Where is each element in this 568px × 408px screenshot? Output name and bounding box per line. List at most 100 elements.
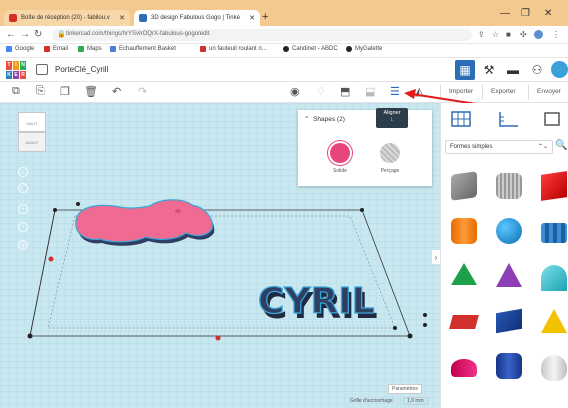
extension-icon[interactable]: ■ [506,30,511,39]
puzzle-icon[interactable]: ✣ [520,30,527,39]
perspective-icon[interactable]: ◎ [18,240,28,250]
handle [360,208,364,212]
shape-half-sphere[interactable] [451,359,477,377]
minimize-button[interactable]: — [500,8,510,19]
paste-icon[interactable]: ⎘ [36,85,45,98]
app-window: { "browser":{ "tabs":[{"label":"Boîte de… [0,0,568,408]
bookmark-mygalette[interactable]: MyGalette [346,46,382,52]
view-cube[interactable]: HAUT AVANT [16,112,48,154]
star-icon[interactable]: ☆ [492,30,499,39]
reload-icon[interactable]: ↻ [34,29,42,40]
tinkercad-logo[interactable]: TIN KER [6,61,26,79]
undo-icon[interactable]: ↶ [112,85,121,98]
close-icon[interactable]: ✕ [249,14,255,22]
shape-text[interactable] [449,315,479,329]
grid-view-button[interactable]: ▦ [455,60,475,80]
grid-panel-icon[interactable] [449,109,473,129]
avatar[interactable] [551,61,568,78]
hammer-icon[interactable]: ⚒ [479,60,499,80]
browser-tab-mail[interactable]: Boîte de réception (20) - fabilou.v ✕ [4,10,130,26]
back-icon[interactable]: ← [6,29,16,40]
shape-polygon[interactable] [496,353,522,379]
parameters-button[interactable]: Paramètres [388,384,422,394]
duplicate-icon[interactable]: ❐ [60,85,70,98]
bookmark-maps[interactable]: Maps [78,46,102,52]
site-icon [283,46,289,52]
notes-icon[interactable] [541,109,565,129]
address-bar-row: ← → ↻ tinkercad.com/things/hrYSvIrOQrX-f… [0,26,568,44]
share-icon[interactable]: ⇪ [478,30,485,39]
close-window-button[interactable]: ✕ [544,8,552,19]
bookmark-google[interactable]: Google [6,46,34,52]
bookmark-email[interactable]: Email [44,46,68,52]
camera-icon[interactable]: ◉ [290,85,300,98]
light-bulb-icon[interactable]: ♢ [316,85,326,98]
zoom-in-icon[interactable]: + [18,204,28,214]
google-icon [6,46,12,52]
align-icon[interactable]: ☰ [390,85,400,98]
red-marker [48,256,54,262]
snap-grid-select[interactable]: 1,0 mm [403,397,428,405]
shape-category-select[interactable]: Formes simples ⌃⌄ [445,140,553,154]
bookmark-fauteuil[interactable]: un fauteuil roulant ri... [200,46,267,52]
handle [423,323,427,327]
gmail-icon [9,14,17,22]
cyril-text-shape[interactable]: CYRIL [257,280,375,322]
shape-pyramid[interactable] [541,309,567,333]
url-input[interactable]: tinkercad.com/things/hrYSvIrOQrX-fabulou… [52,29,472,41]
browser-tab-tinkercad[interactable]: 3D design Fabulous Gogo | Tinke ✕ [134,10,260,26]
shape-cylinder[interactable] [451,218,477,244]
shapes-library-panel: Formes simples ⌃⌄ 🔍 [440,103,568,408]
viewcube-front[interactable]: AVANT [18,132,46,152]
redo-icon[interactable]: ↷ [138,85,147,98]
viewcube-top[interactable]: HAUT [18,112,46,132]
add-user-icon[interactable]: ⚇ [527,60,547,80]
shape-roof[interactable] [451,263,477,285]
shape-cone[interactable] [496,263,522,287]
zoom-out-icon[interactable]: − [18,222,28,232]
home-view-icon[interactable]: ⌂ [18,167,28,177]
chevron-down-icon: ⌃⌄ [537,144,548,150]
maps-icon [78,46,84,52]
handle [27,333,33,339]
red-marker [215,335,221,341]
shape-box[interactable] [541,171,567,201]
shape-round-roof[interactable] [541,265,567,291]
shape-scribble[interactable] [541,223,567,243]
new-tab-button[interactable]: + [262,11,268,23]
close-icon[interactable]: ✕ [119,14,125,22]
lock-icon: 🔒 [57,31,66,38]
app-header: TIN KER PorteClé_Cyrill ▦ ⚒ ▬ ⚇ [0,58,568,82]
group-icon[interactable]: ⬒ [340,85,350,98]
hole-swatch[interactable] [380,143,400,163]
tinkercad-icon [139,14,147,22]
project-name[interactable]: PorteClé_Cyrill [55,65,108,74]
shape-cylinder-hole[interactable] [496,173,522,199]
shape-panel-title[interactable]: ⌃ Shapes (2) [304,115,345,123]
solid-swatch[interactable] [330,143,350,163]
bookmark-echauffement[interactable]: Echauffement Basket [110,46,176,52]
panel-collapse-button[interactable]: › [432,250,440,264]
hole-label: Perçage [380,168,400,174]
maximize-button[interactable]: ❐ [521,8,530,19]
bookmark-candinet[interactable]: Candinet - ABDC [283,46,338,52]
delete-icon[interactable]: 🗑 [84,85,98,98]
shape-wedge[interactable] [496,308,522,334]
ruler-icon[interactable] [497,109,521,129]
shape-box-hole[interactable] [451,171,477,201]
fit-view-icon[interactable]: ⤢ [18,183,28,193]
handle [407,333,413,339]
menu-icon[interactable]: ⋮ [552,30,560,39]
search-icon[interactable]: 🔍 [555,140,567,151]
copy-icon[interactable]: ⧉ [12,85,20,98]
shape-paraboloid[interactable] [541,355,567,381]
shape-sphere[interactable] [496,218,522,244]
profile-avatar[interactable] [534,30,543,39]
tab-label: 3D design Fabulous Gogo | Tinke [151,15,240,21]
chevron-right-icon: › [434,252,438,262]
youtube-icon [200,46,206,52]
mail-icon [44,46,50,52]
bricks-icon[interactable]: ▬ [503,60,523,80]
ungroup-icon[interactable]: ⬓ [365,85,375,98]
forward-icon[interactable]: → [20,29,30,40]
